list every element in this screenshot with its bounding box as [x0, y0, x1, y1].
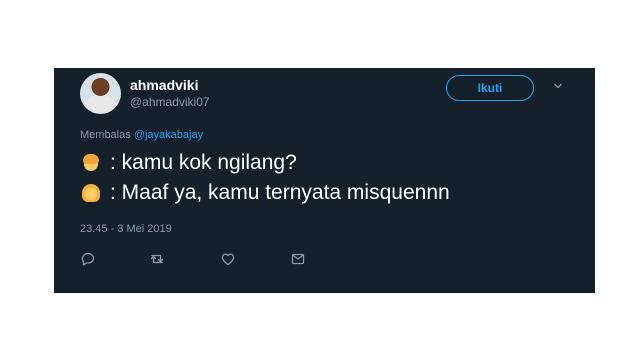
tweet-line-1: : kamu kok ngilang?: [80, 148, 450, 178]
reply-context: Membalas @jayakabajay: [80, 129, 203, 141]
tweet-line-1-text: : kamu kok ngilang?: [110, 151, 297, 174]
reply-prefix: Membalas: [80, 129, 131, 141]
woman-emoji-icon: [80, 182, 102, 204]
reply-target-link[interactable]: @jayakabajay: [134, 129, 203, 141]
avatar[interactable]: [80, 73, 121, 114]
tweet-line-2: : Maaf ya, kamu ternyata misquennn: [80, 178, 450, 208]
chevron-down-icon[interactable]: [554, 82, 562, 90]
tweet-text: : kamu kok ngilang? : Maaf ya, kamu tern…: [80, 148, 450, 208]
follow-button[interactable]: Ikuti: [446, 75, 534, 101]
heart-icon[interactable]: [220, 251, 236, 267]
tweet-timestamp[interactable]: 23.45 - 3 Mei 2019: [80, 223, 172, 235]
retweet-icon[interactable]: [149, 251, 165, 267]
tweet-card: ahmadviki @ahmadviki07 Ikuti Membalas @j…: [54, 68, 595, 293]
mail-icon[interactable]: [290, 251, 306, 267]
display-name[interactable]: ahmadviki: [130, 77, 198, 93]
man-emoji-icon: [80, 152, 102, 174]
user-handle[interactable]: @ahmadviki07: [130, 95, 210, 109]
tweet-line-2-text: : Maaf ya, kamu ternyata misquennn: [110, 181, 450, 204]
reply-icon[interactable]: [80, 251, 96, 267]
